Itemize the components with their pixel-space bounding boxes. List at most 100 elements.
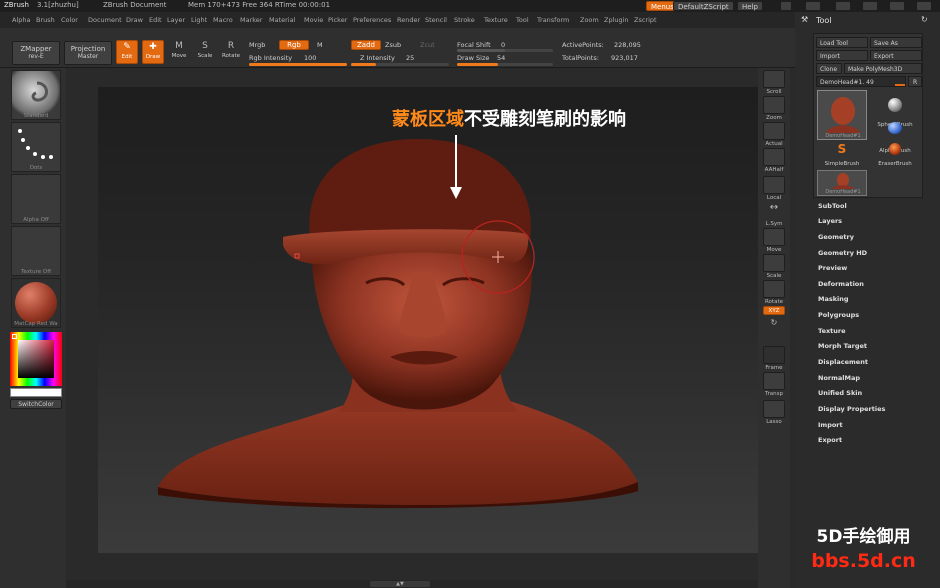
menu-layer[interactable]: Layer bbox=[167, 16, 185, 24]
tool-thumb-demohead-2[interactable]: DemoHead#1 bbox=[817, 170, 867, 196]
draw-button[interactable]: ✚ Draw bbox=[142, 40, 164, 64]
zadd-toggle[interactable]: Zadd bbox=[351, 40, 381, 50]
scale-button[interactable]: S Scale bbox=[194, 40, 216, 64]
menu-alpha[interactable]: Alpha bbox=[12, 16, 30, 24]
tool-thumb-eraserbrush[interactable]: EraserBrush bbox=[870, 142, 920, 167]
menu-color[interactable]: Color bbox=[61, 16, 78, 24]
edit-button[interactable]: ✎ Edit bbox=[116, 40, 138, 64]
switchcolor-button[interactable]: SwitchColor bbox=[10, 399, 62, 409]
section-subtool[interactable]: SubTool bbox=[818, 202, 847, 210]
menu-draw[interactable]: Draw bbox=[126, 16, 143, 24]
rotate-button[interactable]: R Rotate bbox=[220, 40, 242, 64]
import-button[interactable]: Import bbox=[816, 50, 868, 61]
menu-document[interactable]: Document bbox=[88, 16, 122, 24]
menu-stencil[interactable]: Stencil bbox=[425, 16, 447, 24]
section-display-properties[interactable]: Display Properties bbox=[818, 405, 885, 413]
z-intensity-slider[interactable] bbox=[351, 63, 449, 66]
menu-stroke[interactable]: Stroke bbox=[454, 16, 475, 24]
actual-button[interactable]: Actual bbox=[761, 122, 787, 147]
rgb-toggle[interactable]: Rgb bbox=[279, 40, 309, 50]
section-displacement[interactable]: Displacement bbox=[818, 358, 868, 366]
xyz-button[interactable]: XYZ bbox=[761, 306, 787, 315]
r-button[interactable]: R bbox=[908, 76, 922, 87]
menu-marker[interactable]: Marker bbox=[240, 16, 262, 24]
lasso-button[interactable]: Lasso bbox=[761, 400, 787, 425]
menu-transform[interactable]: Transform bbox=[537, 16, 569, 24]
refresh-icon[interactable]: ↻ bbox=[921, 15, 928, 24]
menu-light[interactable]: Light bbox=[191, 16, 207, 24]
color-handle-icon[interactable] bbox=[12, 334, 17, 339]
tool-thumb-simplebrush[interactable]: S SimpleBrush bbox=[817, 142, 867, 167]
make-polymesh-button[interactable]: Make PolyMesh3D bbox=[844, 63, 922, 74]
menu-texture[interactable]: Texture bbox=[484, 16, 508, 24]
minimize-icon[interactable] bbox=[780, 1, 792, 11]
lsym-button[interactable]: ↔ L.Sym bbox=[761, 202, 787, 227]
current-tool-field[interactable]: DemoHead#1. 49 bbox=[816, 76, 906, 87]
menu-brush[interactable]: Brush bbox=[36, 16, 55, 24]
menu-zscript[interactable]: Zscript bbox=[634, 16, 657, 24]
rotate-axis-button[interactable]: ↻ bbox=[761, 318, 787, 327]
section-masking[interactable]: Masking bbox=[818, 295, 849, 303]
menu-preferences[interactable]: Preferences bbox=[353, 16, 391, 24]
scroll-button[interactable]: Scroll bbox=[761, 70, 787, 95]
menu-zoom[interactable]: Zoom bbox=[580, 16, 599, 24]
m-toggle[interactable]: M bbox=[317, 41, 323, 49]
aahalf-button[interactable]: AAHalf bbox=[761, 148, 787, 173]
expand-bottom-icon[interactable]: ▲▼ bbox=[370, 581, 430, 587]
mrgb-toggle[interactable]: Mrgb bbox=[249, 41, 265, 49]
menu-movie[interactable]: Movie bbox=[304, 16, 323, 24]
section-deformation[interactable]: Deformation bbox=[818, 280, 864, 288]
section-layers[interactable]: Layers bbox=[818, 217, 842, 225]
color-picker[interactable] bbox=[10, 332, 62, 386]
section-export[interactable]: Export bbox=[818, 436, 842, 444]
tool-thumb-demohead[interactable]: DemoHead#1 bbox=[817, 90, 867, 140]
zsub-toggle[interactable]: Zsub bbox=[385, 41, 401, 49]
move-view-button[interactable]: Move bbox=[761, 228, 787, 253]
section-import[interactable]: Import bbox=[818, 421, 843, 429]
demohead-model[interactable] bbox=[98, 87, 758, 553]
secondary-color-swatch[interactable] bbox=[10, 388, 62, 397]
window-icon-2[interactable] bbox=[835, 1, 851, 11]
frame-button[interactable]: Frame bbox=[761, 346, 787, 371]
focal-shift-slider[interactable] bbox=[457, 49, 553, 52]
menu-picker[interactable]: Picker bbox=[328, 16, 347, 24]
export-button[interactable]: Export bbox=[870, 50, 922, 61]
section-normalmap[interactable]: NormalMap bbox=[818, 374, 860, 382]
section-geometry-hd[interactable]: Geometry HD bbox=[818, 249, 867, 257]
menu-material[interactable]: Material bbox=[269, 16, 295, 24]
rgb-intensity-slider[interactable] bbox=[249, 63, 347, 66]
menu-render[interactable]: Render bbox=[397, 16, 420, 24]
zcut-toggle[interactable]: Zcut bbox=[420, 41, 435, 49]
help-button[interactable]: Help bbox=[737, 1, 763, 11]
window-icon-4[interactable] bbox=[889, 1, 905, 11]
scale-view-button[interactable]: Scale bbox=[761, 254, 787, 279]
menu-macro[interactable]: Macro bbox=[213, 16, 233, 24]
section-polygroups[interactable]: Polygroups bbox=[818, 311, 859, 319]
projection-master-button[interactable]: Projection Master bbox=[64, 41, 112, 65]
load-tool-button[interactable]: Load Tool bbox=[816, 37, 868, 48]
window-icon-1[interactable] bbox=[805, 1, 821, 11]
section-morph-target[interactable]: Morph Target bbox=[818, 342, 867, 350]
section-geometry[interactable]: Geometry bbox=[818, 233, 854, 241]
move-button[interactable]: M Move bbox=[168, 40, 190, 64]
transp-button[interactable]: Transp bbox=[761, 372, 787, 397]
local-button[interactable]: Local bbox=[761, 176, 787, 201]
right-shelf: Scroll Zoom Actual AAHalf Local ↔ L.Sym M… bbox=[758, 68, 790, 588]
rotate-view-button[interactable]: Rotate bbox=[761, 280, 787, 305]
zoom-button[interactable]: Zoom bbox=[761, 96, 787, 121]
zmapper-button[interactable]: ZMapper rev-E bbox=[12, 41, 60, 65]
color-square[interactable] bbox=[18, 340, 54, 378]
window-icon-3[interactable] bbox=[862, 1, 878, 11]
menu-tool[interactable]: Tool bbox=[516, 16, 529, 24]
save-as-button[interactable]: Save As bbox=[870, 37, 922, 48]
menu-edit[interactable]: Edit bbox=[149, 16, 162, 24]
close-icon[interactable] bbox=[916, 1, 932, 11]
section-preview[interactable]: Preview bbox=[818, 264, 847, 272]
section-texture[interactable]: Texture bbox=[818, 327, 846, 335]
canvas[interactable]: 蒙板区域不受雕刻笔刷的影响 bbox=[98, 87, 758, 553]
default-zscript-button[interactable]: DefaultZScript bbox=[673, 1, 734, 11]
section-unified-skin[interactable]: Unified Skin bbox=[818, 389, 862, 397]
menu-zplugin[interactable]: Zplugin bbox=[604, 16, 629, 24]
clone-button[interactable]: Clone bbox=[816, 63, 842, 74]
draw-size-slider[interactable] bbox=[457, 63, 553, 66]
